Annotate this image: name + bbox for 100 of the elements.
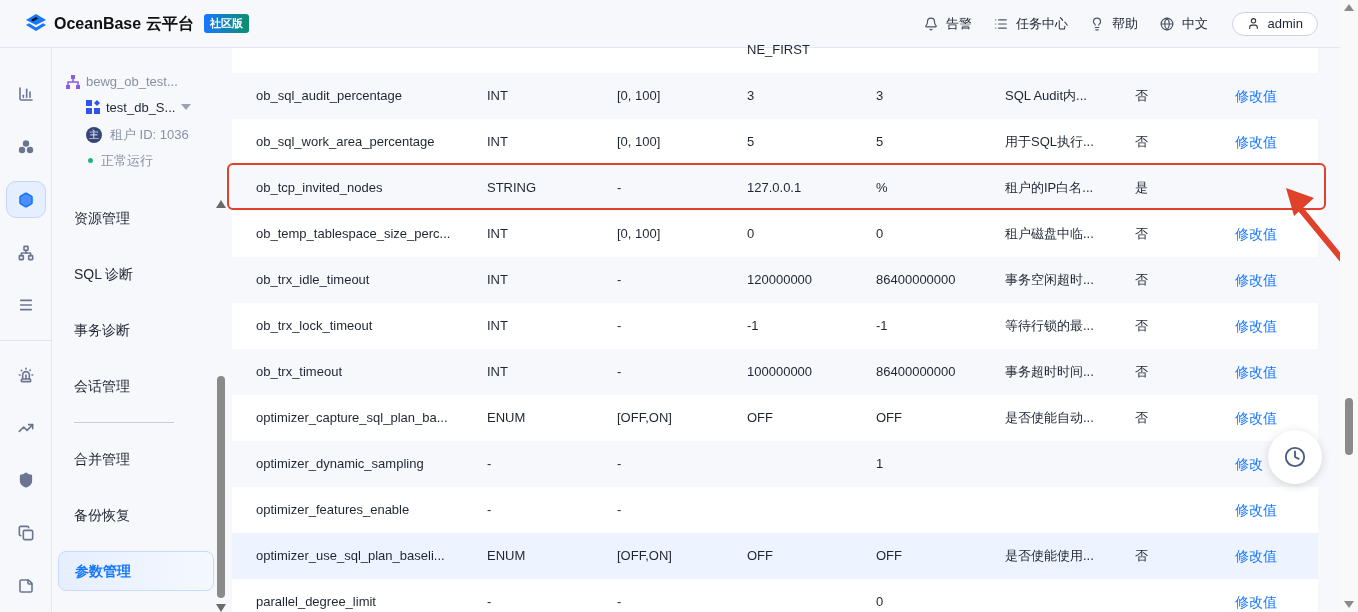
table-cell-text: 是: [1135, 179, 1149, 198]
hexagon-icon: [17, 191, 34, 208]
table-cell-text: 否: [1135, 87, 1149, 106]
table-cell-text: [0, 100]: [617, 87, 662, 106]
sidebar-menu-item[interactable]: 备份恢复: [58, 495, 214, 535]
scroll-up-icon[interactable]: [1344, 4, 1354, 11]
globe-icon: [1159, 16, 1174, 31]
table-cell-text: 1: [876, 455, 885, 474]
scrollbar-thumb[interactable]: [1345, 398, 1353, 455]
table-cell-text: -: [617, 501, 623, 520]
edit-value-link[interactable]: 修改值: [1235, 591, 1277, 612]
table-cell-text: -: [617, 179, 623, 198]
table-cell-text: 否: [1135, 409, 1149, 428]
table-cell-text: 是否使能自动...: [1005, 409, 1095, 428]
table-cell-text: %: [876, 179, 889, 198]
cluster-name[interactable]: bewg_ob_test...: [86, 72, 178, 92]
table-cell-text: ob_sql_audit_percentage: [256, 87, 403, 106]
table-cell-text: -: [487, 455, 493, 474]
table-cell-text: -: [617, 363, 623, 382]
edit-value-link[interactable]: 修改值: [1235, 131, 1277, 153]
scroll-down-icon[interactable]: [1344, 601, 1354, 608]
edit-value-link[interactable]: 修改值: [1235, 85, 1277, 107]
header-nav-item[interactable]: 中文: [1159, 13, 1208, 34]
table-cell-text: ENUM: [487, 409, 527, 428]
status-label: 正常运行: [101, 151, 153, 170]
header-nav-item[interactable]: 帮助: [1089, 13, 1138, 34]
table-cell-text: -1: [876, 317, 889, 336]
scroll-down-icon[interactable]: [216, 604, 226, 612]
header-nav-item[interactable]: 任务中心: [993, 13, 1068, 34]
table-cell-text: INT: [487, 225, 509, 244]
scrollbar-thumb[interactable]: [217, 376, 225, 598]
brand-name: OceanBase 云平台: [54, 13, 194, 34]
shield-icon: [17, 472, 34, 489]
table-cell-text: OFF: [747, 409, 774, 428]
table-cell-text: -: [487, 593, 493, 612]
edit-value-link[interactable]: 修改值: [1235, 545, 1277, 567]
table-cell-text: parallel_degree_limit: [256, 593, 377, 612]
tenant-name[interactable]: test_db_S...: [106, 97, 176, 117]
edit-value-link[interactable]: 修改值: [1235, 361, 1277, 383]
edit-value-link[interactable]: 修改值: [1235, 499, 1277, 521]
table-cell-text: NE_FIRST: [747, 42, 811, 59]
table-cell-text: INT: [487, 363, 509, 382]
sidebar-menu-item[interactable]: 参数管理: [58, 551, 214, 591]
caret-icon[interactable]: [181, 104, 192, 111]
table-cell-text: 事务空闲超时...: [1005, 271, 1095, 290]
table-cell-text: [0, 100]: [617, 225, 662, 244]
sidebar-menu-item[interactable]: 事务诊断: [58, 310, 214, 350]
table-cell-text: 86400000000: [876, 363, 957, 382]
table-cell-text: ob_tcp_invited_nodes: [256, 179, 384, 198]
table-cell-text: INT: [487, 133, 509, 152]
edit-value-link[interactable]: 修改值: [1235, 407, 1277, 429]
table-cell-text: 3: [747, 87, 756, 106]
user-button[interactable]: admin: [1231, 11, 1318, 36]
table-cell-text: optimizer_use_sql_plan_baseli...: [256, 547, 446, 566]
table-cell-text: [OFF,ON]: [617, 409, 673, 428]
table-cell-text: 5: [876, 133, 885, 152]
edit-value-link[interactable]: 修改: [1235, 453, 1263, 475]
bar-chart-icon: [17, 86, 34, 103]
sidebar-menu-item[interactable]: 合并管理: [58, 439, 214, 479]
sidebar-menu-item[interactable]: SQL 诊断: [58, 254, 214, 294]
table-cell-text: 否: [1135, 317, 1149, 336]
table-cell-text: OFF: [747, 547, 774, 566]
table-cell-text: 否: [1135, 133, 1149, 152]
table-cell-text: optimizer_dynamic_sampling: [256, 455, 425, 474]
rail-button[interactable]: [5, 181, 46, 219]
table-cell-text: ob_trx_idle_timeout: [256, 271, 371, 290]
table-cell-text: 120000000: [747, 271, 814, 290]
sidebar-menu-item[interactable]: 资源管理: [58, 198, 214, 238]
header-nav-item[interactable]: 告警: [923, 13, 972, 34]
table-cell-text: ob_trx_lock_timeout: [256, 317, 374, 336]
table-cell-text: 100000000: [747, 363, 814, 382]
cluster-icon: [17, 139, 34, 156]
table-cell-text: 是否使能使用...: [1005, 547, 1095, 566]
table-cell-text: 3: [876, 87, 885, 106]
table-cell-text: ob_temp_tablespace_size_perc...: [256, 225, 452, 244]
table-cell-text: 0: [747, 225, 756, 244]
alarm-icon: [17, 366, 34, 383]
table-cell-text: INT: [487, 87, 509, 106]
table-cell-text: [0, 100]: [617, 133, 662, 152]
table-cell-text: -: [617, 271, 623, 290]
table-cell-text: optimizer_capture_sql_plan_ba...: [256, 409, 449, 428]
table-cell-text: 5: [747, 133, 756, 152]
table-cell-text: 否: [1135, 547, 1149, 566]
table-cell-text: -1: [747, 317, 760, 336]
table-cell-text: -: [487, 501, 493, 520]
table-cell-text: 事务超时时间...: [1005, 363, 1095, 382]
edit-value-link[interactable]: 修改值: [1235, 223, 1277, 245]
table-cell-text: 用于SQL执行...: [1005, 133, 1095, 152]
edit-value-link[interactable]: 修改值: [1235, 315, 1277, 337]
note-icon: [17, 577, 34, 594]
table-cell-text: 127.0.0.1: [747, 179, 803, 198]
table-cell-text: ENUM: [487, 547, 527, 566]
copy-icon: [17, 525, 34, 541]
sidebar-menu-item[interactable]: 会话管理: [58, 366, 214, 406]
edit-value-link[interactable]: 修改值: [1235, 269, 1277, 291]
tenant-id: 租户 ID: 1036: [110, 126, 189, 144]
table-cell-text: optimizer_features_enable: [256, 501, 411, 520]
bell-icon: [923, 16, 938, 31]
sidebar-scrollbar[interactable]: [216, 200, 226, 612]
scroll-up-icon[interactable]: [216, 200, 226, 208]
